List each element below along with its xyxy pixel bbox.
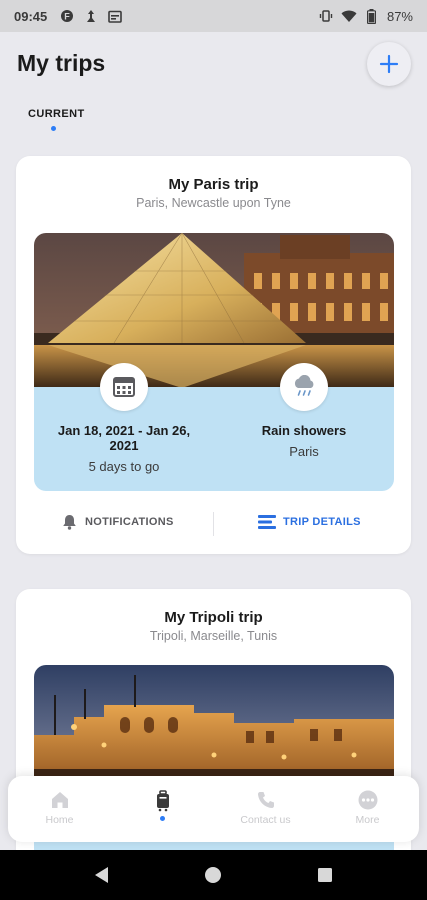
- notifications-label: NOTIFICATIONS: [85, 516, 174, 528]
- trip-card[interactable]: My Paris trip Paris, Newcastle upon Tyne: [16, 156, 411, 554]
- notifications-button[interactable]: NOTIFICATIONS: [62, 514, 174, 530]
- nav-label-contact: Contact us: [240, 814, 291, 826]
- header: My trips: [0, 32, 427, 94]
- phone-icon: [257, 792, 274, 808]
- trip-photo-panel[interactable]: Jan 18, 2021 - Jan 26, 2021 5 days to go…: [34, 233, 394, 491]
- wifi-icon: [341, 8, 357, 24]
- status-bar: 09:45 F 87%: [0, 0, 427, 32]
- more-icon: [358, 790, 377, 810]
- trips-icon: [156, 790, 169, 812]
- home-icon: [51, 792, 68, 808]
- trip-dates: Jan 18, 2021 - Jan 26, 2021: [57, 423, 191, 453]
- rain-showers-icon: [280, 363, 328, 411]
- trip-details-label: TRIP DETAILS: [283, 516, 361, 528]
- nav-label-more: More: [355, 814, 380, 826]
- battery-icon: [364, 8, 380, 24]
- home-circle-icon: [205, 867, 221, 883]
- active-tab-indicator: [51, 126, 56, 131]
- trip-places: Paris, Newcastle upon Tyne: [136, 196, 291, 210]
- list-icon: [258, 515, 276, 529]
- bell-icon: [63, 515, 76, 530]
- calendar-status-icon: [107, 8, 123, 24]
- data-saver-icon: F: [59, 8, 75, 24]
- back-icon: [95, 867, 108, 883]
- trip-title: My Paris trip: [168, 176, 259, 193]
- status-right: 87%: [318, 8, 413, 24]
- trip-places: Tripoli, Marseille, Tunis: [149, 629, 278, 643]
- svg-text:F: F: [65, 12, 71, 22]
- nav-item-home[interactable]: Home: [8, 776, 111, 842]
- trip-details-button[interactable]: TRIP DETAILS: [258, 513, 361, 531]
- battery-percent: 87%: [386, 8, 413, 24]
- page-title: My trips: [17, 50, 106, 76]
- weather-condition: Rain showers: [261, 423, 347, 438]
- trip-title: My Tripoli trip: [164, 609, 263, 626]
- system-navigation-bar: [0, 850, 427, 900]
- recents-button[interactable]: [316, 866, 334, 889]
- trip-countdown: 5 days to go: [88, 459, 160, 474]
- trip-card[interactable]: My Tripoli trip Tripoli, Marseille, Tuni…: [16, 589, 411, 889]
- trip-dates-block: Jan 18, 2021 - Jan 26, 2021 5 days to go: [34, 423, 214, 474]
- actions-divider: [213, 512, 214, 536]
- trip-cover-photo: [34, 233, 394, 388]
- trip-actions: NOTIFICATIONS TRIP DETAILS: [16, 506, 411, 542]
- active-nav-indicator: [160, 816, 165, 821]
- recents-icon: [318, 868, 332, 882]
- notification-app-icon: [83, 8, 99, 24]
- back-button[interactable]: [93, 866, 111, 889]
- trip-weather-block: Rain showers Paris: [214, 423, 394, 459]
- vibrate-icon: [318, 8, 334, 24]
- status-time: 09:45: [14, 8, 48, 24]
- tab-current[interactable]: CURRENT: [28, 108, 85, 120]
- trip-info-panel: Jan 18, 2021 - Jan 26, 2021 5 days to go…: [34, 387, 394, 491]
- plus-icon: [379, 54, 399, 74]
- weather-city: Paris: [289, 444, 319, 459]
- nav-label-home: Home: [45, 814, 74, 826]
- add-trip-button[interactable]: [367, 42, 411, 86]
- calendar-icon: [100, 363, 148, 411]
- nav-item-trips[interactable]: [111, 776, 214, 842]
- bottom-navigation: Home Contact us More: [8, 776, 419, 842]
- nav-item-contact[interactable]: Contact us: [214, 776, 317, 842]
- status-left: 09:45 F: [14, 8, 123, 24]
- home-system-button[interactable]: [203, 865, 223, 890]
- nav-item-more[interactable]: More: [316, 776, 419, 842]
